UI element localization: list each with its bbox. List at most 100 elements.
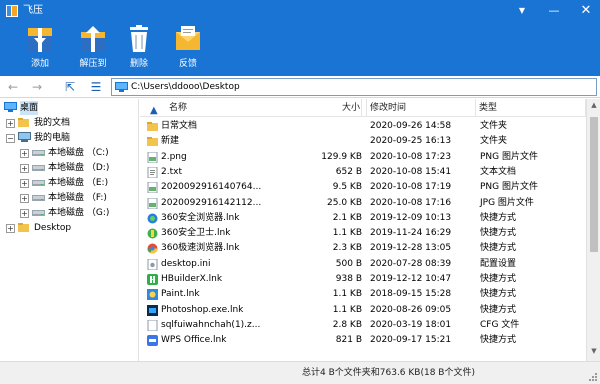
window-title: 飞压 [23, 5, 43, 16]
file-row[interactable]: Photoshop.exe.lnk 1.1 KB 2020-08-26 09:05 快… [140, 303, 586, 318]
file-mtime: 2020-08-26 09:05 [370, 304, 452, 315]
column-name-header[interactable]: ▲ 名称 大小 [140, 99, 362, 117]
file-mtime: 2020-07-28 08:39 [370, 258, 452, 269]
minimize-icon[interactable]: — [546, 3, 562, 19]
tree-item-label: 本地磁盘 （F:) [48, 193, 107, 203]
file-size: 652 B [335, 166, 362, 177]
file-type: 文本文档 [480, 166, 517, 177]
expand-icon[interactable]: + [20, 149, 29, 158]
path-input[interactable]: C:\Users\ddooo\Desktop [111, 78, 597, 96]
photoshop-icon [147, 304, 158, 316]
tree-item[interactable]: + 我的文档 [0, 116, 138, 130]
folder-tree: 桌面 + 我的文档 − 我的电脑 + 本地磁盘 （C:) + 本地磁盘 （D:) + 本地磁盘 （E… [0, 99, 139, 361]
file-type: 快捷方式 [480, 228, 517, 239]
file-row[interactable]: desktop.ini 500 B 2020-07-28 08:39 配置设置 [140, 257, 586, 272]
tree-item[interactable]: + Desktop [0, 221, 138, 235]
folder-icon [147, 122, 158, 131]
expand-icon[interactable]: + [20, 179, 29, 188]
file-mtime: 2018-09-15 15:28 [370, 289, 452, 300]
file-type: 快捷方式 [480, 304, 517, 315]
file-size: 25.0 KB [327, 197, 362, 208]
file-row[interactable]: 2020092916140764... 9.5 KB 2020-10-08 17:1… [140, 180, 586, 195]
add-button[interactable]: 添加 [15, 24, 65, 74]
file-row[interactable]: 2.txt 652 B 2020-10-08 15:41 文本文档 [140, 165, 586, 180]
file-mtime: 2020-09-25 16:13 [370, 136, 452, 147]
paint-icon [147, 289, 158, 301]
delete-button[interactable]: 删除 [114, 24, 164, 74]
list-view-icon[interactable]: ☰ [88, 79, 104, 95]
ribbon: 飞压 ▼ — ✕ 添加 解压到 删除 反馈 [0, 0, 600, 76]
file-name: 2020092916140764... [161, 182, 262, 193]
scroll-thumb[interactable] [590, 117, 598, 252]
file-row[interactable]: HBuilderX.lnk 938 B 2019-12-12 10:47 快捷方式 [140, 272, 586, 287]
expand-icon[interactable]: + [20, 164, 29, 173]
file-row[interactable]: 2020092916142112... 25.0 KB 2020-10-08 17:… [140, 196, 586, 211]
file-row[interactable]: Paint.lnk 1.1 KB 2018-09-15 15:28 快捷方式 [140, 287, 586, 302]
file-row[interactable]: 2.png 129.9 KB 2020-10-08 17:23 PNG 图片文件 [140, 150, 586, 165]
feedback-button[interactable]: 反馈 [163, 24, 213, 74]
file-name: Paint.lnk [161, 289, 200, 300]
tree-item[interactable]: + 本地磁盘 （C:) [0, 146, 138, 160]
scroll-down-icon[interactable]: ▼ [587, 347, 600, 359]
file-size: 938 B [335, 274, 362, 284]
file-row[interactable]: 360安全浏览器.lnk 2.1 KB 2019-12-09 10:13 快捷方式 [140, 211, 586, 226]
expand-icon[interactable]: + [20, 194, 29, 203]
file-type: 文件夹 [480, 136, 508, 147]
tree-item[interactable]: − 我的电脑 [0, 131, 138, 145]
tree-item-label: 本地磁盘 （G:) [48, 208, 110, 218]
scroll-up-icon[interactable]: ▲ [587, 101, 600, 113]
file-size: 821 B [335, 335, 362, 346]
file-row[interactable]: WPS Office.lnk 821 B 2020-09-17 15:21 快捷方式 [140, 333, 586, 348]
tree-item-label: 我的文档 [34, 118, 71, 128]
file-row[interactable]: 日常文档 2020-09-26 14:58 文件夹 [140, 119, 586, 134]
close-icon[interactable]: ✕ [578, 3, 594, 19]
settings-file-icon [147, 258, 158, 270]
resize-grip-icon[interactable] [589, 373, 597, 381]
feedback-icon [176, 26, 200, 50]
file-row[interactable]: sqlfuiwahnchah(1).z... 2.8 KB 2020-03-19 1… [140, 318, 586, 333]
hbuilder-icon [147, 274, 158, 285]
generic-file-icon [147, 319, 158, 331]
file-name: 新建 [161, 136, 180, 147]
file-name: desktop.ini [161, 258, 211, 269]
arrow-right-icon[interactable]: → [29, 79, 45, 95]
file-row[interactable]: 新建 2020-09-25 16:13 文件夹 [140, 134, 586, 149]
file-name: 日常文档 [161, 121, 198, 131]
vertical-scrollbar[interactable]: ▲ ▼ [586, 99, 600, 361]
expand-icon[interactable]: + [6, 224, 15, 233]
tree-item-label: 本地磁盘 （C:) [48, 148, 109, 158]
expand-icon[interactable]: + [6, 119, 15, 128]
menu-triangle-icon[interactable]: ▼ [514, 3, 530, 19]
tree-item[interactable]: + 本地磁盘 （D:) [0, 161, 138, 175]
tree-item[interactable]: + 本地磁盘 （G:) [0, 206, 138, 220]
file-size: 129.9 KB [321, 151, 362, 162]
archive-extract-icon [81, 26, 105, 52]
status-text: 总计4 B个文件夹和763.6 KB(18 B个文件) [302, 368, 475, 378]
tree-item[interactable]: + 本地磁盘 （E:) [0, 176, 138, 190]
extract-button[interactable]: 解压到 [68, 24, 118, 74]
file-type: CFG 文件 [480, 319, 520, 330]
expand-icon[interactable]: + [20, 209, 29, 218]
column-size-header[interactable]: 大小 [335, 99, 360, 117]
file-row[interactable]: 360安全卫士.lnk 1.1 KB 2019-11-24 16:29 快捷方式 [140, 226, 586, 241]
desktop-icon [4, 102, 17, 112]
app-window: 飞压 ▼ — ✕ 添加 解压到 删除 反馈 ← → ⇱ ☰ C:\Users\d… [0, 0, 600, 384]
up-folder-icon[interactable]: ⇱ [62, 79, 78, 95]
app-logo-icon [6, 5, 18, 17]
tree-item-label: 桌面 [20, 101, 39, 115]
column-type-header[interactable]: 类型 [476, 99, 586, 117]
file-mtime: 2020-10-08 15:41 [370, 166, 452, 177]
file-name: 2.txt [161, 166, 182, 177]
file-row[interactable]: 360极速浏览器.lnk 2.3 KB 2019-12-28 13:05 快捷方式 [140, 241, 586, 256]
drive-icon [32, 180, 45, 186]
file-size: 500 B [335, 258, 362, 269]
tree-item[interactable]: 桌面 [0, 101, 138, 115]
file-name: 360安全卫士.lnk [161, 228, 231, 239]
arrow-left-icon[interactable]: ← [5, 79, 21, 95]
tree-item[interactable]: + 本地磁盘 （F:) [0, 191, 138, 205]
collapse-icon[interactable]: − [6, 134, 15, 143]
file-size: 2.8 KB [332, 319, 362, 330]
file-type: 快捷方式 [480, 243, 517, 254]
column-mtime-header[interactable]: 修改时间 [366, 99, 476, 117]
file-type: 快捷方式 [480, 335, 517, 346]
